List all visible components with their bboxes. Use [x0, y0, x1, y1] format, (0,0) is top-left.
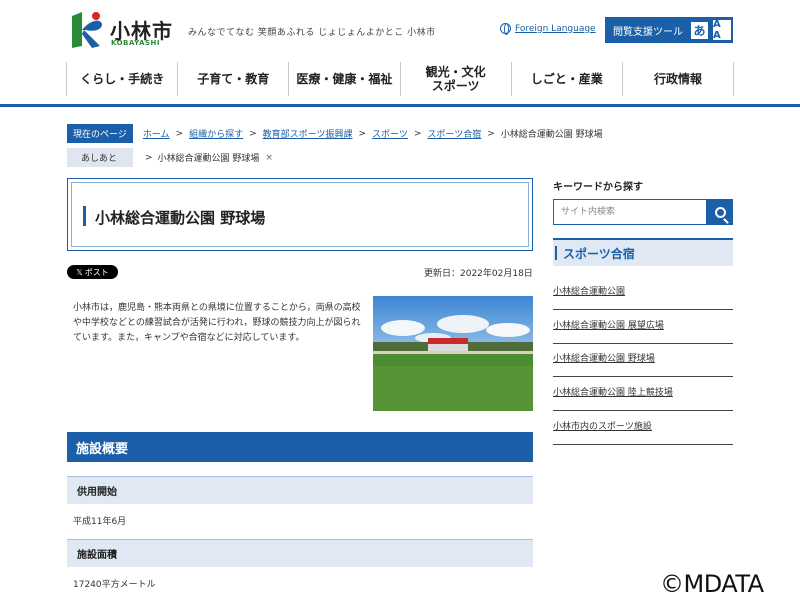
nav-item-childcare[interactable]: 子育て・教育 [177, 62, 288, 96]
site-search [553, 199, 733, 225]
trail-separator: > [145, 152, 153, 163]
foreign-language-link[interactable]: Foreign Language [500, 23, 596, 35]
footprints-trail: あしあと > 小林総合運動公園 野球場 × [67, 148, 273, 167]
globe-icon [500, 23, 511, 35]
page-title-inner: 小林総合運動公園 野球場 [71, 182, 529, 247]
accessibility-tools-button[interactable]: 閲覧支援ツール あ A A [605, 17, 733, 43]
x-post-label: ポスト [84, 267, 109, 277]
breadcrumb-link-sports[interactable]: スポーツ [372, 127, 408, 140]
title-accent-bar [83, 206, 86, 226]
sidebar-section-title: スポーツ合宿 [553, 238, 733, 266]
nav-item-tourism[interactable]: 観光・文化 スポーツ [399, 62, 511, 96]
search-icon [714, 206, 726, 218]
facility-row-label: 供用開始 [67, 476, 533, 504]
x-icon: 𝕏 [76, 267, 83, 277]
text-size-icon: A A [713, 19, 731, 41]
breadcrumb-link-department[interactable]: 教育部スポーツ振興課 [263, 127, 353, 140]
sidebar-link[interactable]: 小林総合運動公園 [553, 284, 733, 310]
nav-item-living[interactable]: くらし・手続き [66, 62, 177, 96]
nav-item-administration[interactable]: 行政情報 [621, 62, 735, 96]
trail-item[interactable]: 小林総合運動公園 野球場 [158, 151, 260, 164]
search-button[interactable] [707, 199, 733, 225]
updated-date: 更新日：2022年02月18日 [424, 269, 533, 279]
nav-item-tourism-label: 観光・文化 スポーツ [425, 65, 486, 93]
trail-label: あしあと [67, 148, 133, 167]
breadcrumb-label: 現在のページ [67, 124, 133, 143]
breadcrumb: 現在のページ ホーム > 組織から探す > 教育部スポーツ振興課 > スポーツ … [67, 124, 603, 143]
breadcrumb-link-organization[interactable]: 組織から探す [189, 127, 243, 140]
sidebar-link[interactable]: 小林総合運動公園 陸上競技場 [553, 385, 733, 411]
keyword-search-label: キーワードから探す [553, 182, 643, 193]
facility-row-value: 平成11年6月 [73, 517, 127, 527]
breadcrumb-separator: > [175, 128, 184, 139]
nav-item-work[interactable]: しごと・産業 [510, 62, 622, 96]
baseball-field-photo [373, 296, 533, 411]
site-name-roman: KOBAYASHI [111, 39, 160, 47]
breadcrumb-separator: > [249, 128, 257, 139]
hiragana-icon: あ [691, 21, 708, 39]
facility-row-value: 17240平方メートル [73, 580, 156, 590]
breadcrumb-link-home[interactable]: ホーム [143, 127, 170, 140]
x-post-button[interactable]: 𝕏 ポスト [67, 265, 118, 279]
sidebar-link[interactable]: 小林総合運動公園 展望広場 [553, 318, 733, 344]
header-rule [0, 104, 800, 107]
foreign-language-label: Foreign Language [515, 23, 596, 34]
sidebar-link[interactable]: 小林市内のスポーツ施設 [553, 419, 733, 445]
breadcrumb-link-camp[interactable]: スポーツ合宿 [427, 127, 481, 140]
page-title-box: 小林総合運動公園 野球場 [67, 178, 533, 251]
tagline: みんなでてなむ 笑顔あふれる じょじょんよかとこ 小林市 [188, 28, 436, 38]
breadcrumb-separator: > [358, 128, 367, 139]
city-logo-icon[interactable] [66, 10, 106, 50]
watermark: ©MDATA [660, 570, 764, 598]
breadcrumb-current: 小林総合運動公園 野球場 [500, 130, 603, 140]
tools-label: 閲覧支援ツール [613, 26, 683, 38]
page-title: 小林総合運動公園 野球場 [95, 209, 266, 227]
breadcrumb-separator: > [487, 128, 495, 139]
search-input[interactable] [553, 199, 707, 225]
global-nav: くらし・手続き 子育て・教育 医療・健康・福祉 観光・文化 スポーツ しごと・産… [66, 62, 735, 96]
trail-remove-icon[interactable]: × [265, 153, 273, 163]
sidebar-link[interactable]: 小林総合運動公園 野球場 [553, 351, 733, 377]
breadcrumb-separator: > [413, 128, 422, 139]
nav-item-health[interactable]: 医療・健康・福祉 [288, 62, 399, 96]
intro-text: 小林市は，鹿児島・熊本両県との県境に位置することから，両県の高校や中学校などとの… [73, 303, 361, 343]
facility-row-label: 施設面積 [67, 539, 533, 567]
facility-heading: 施設概要 [67, 432, 533, 462]
